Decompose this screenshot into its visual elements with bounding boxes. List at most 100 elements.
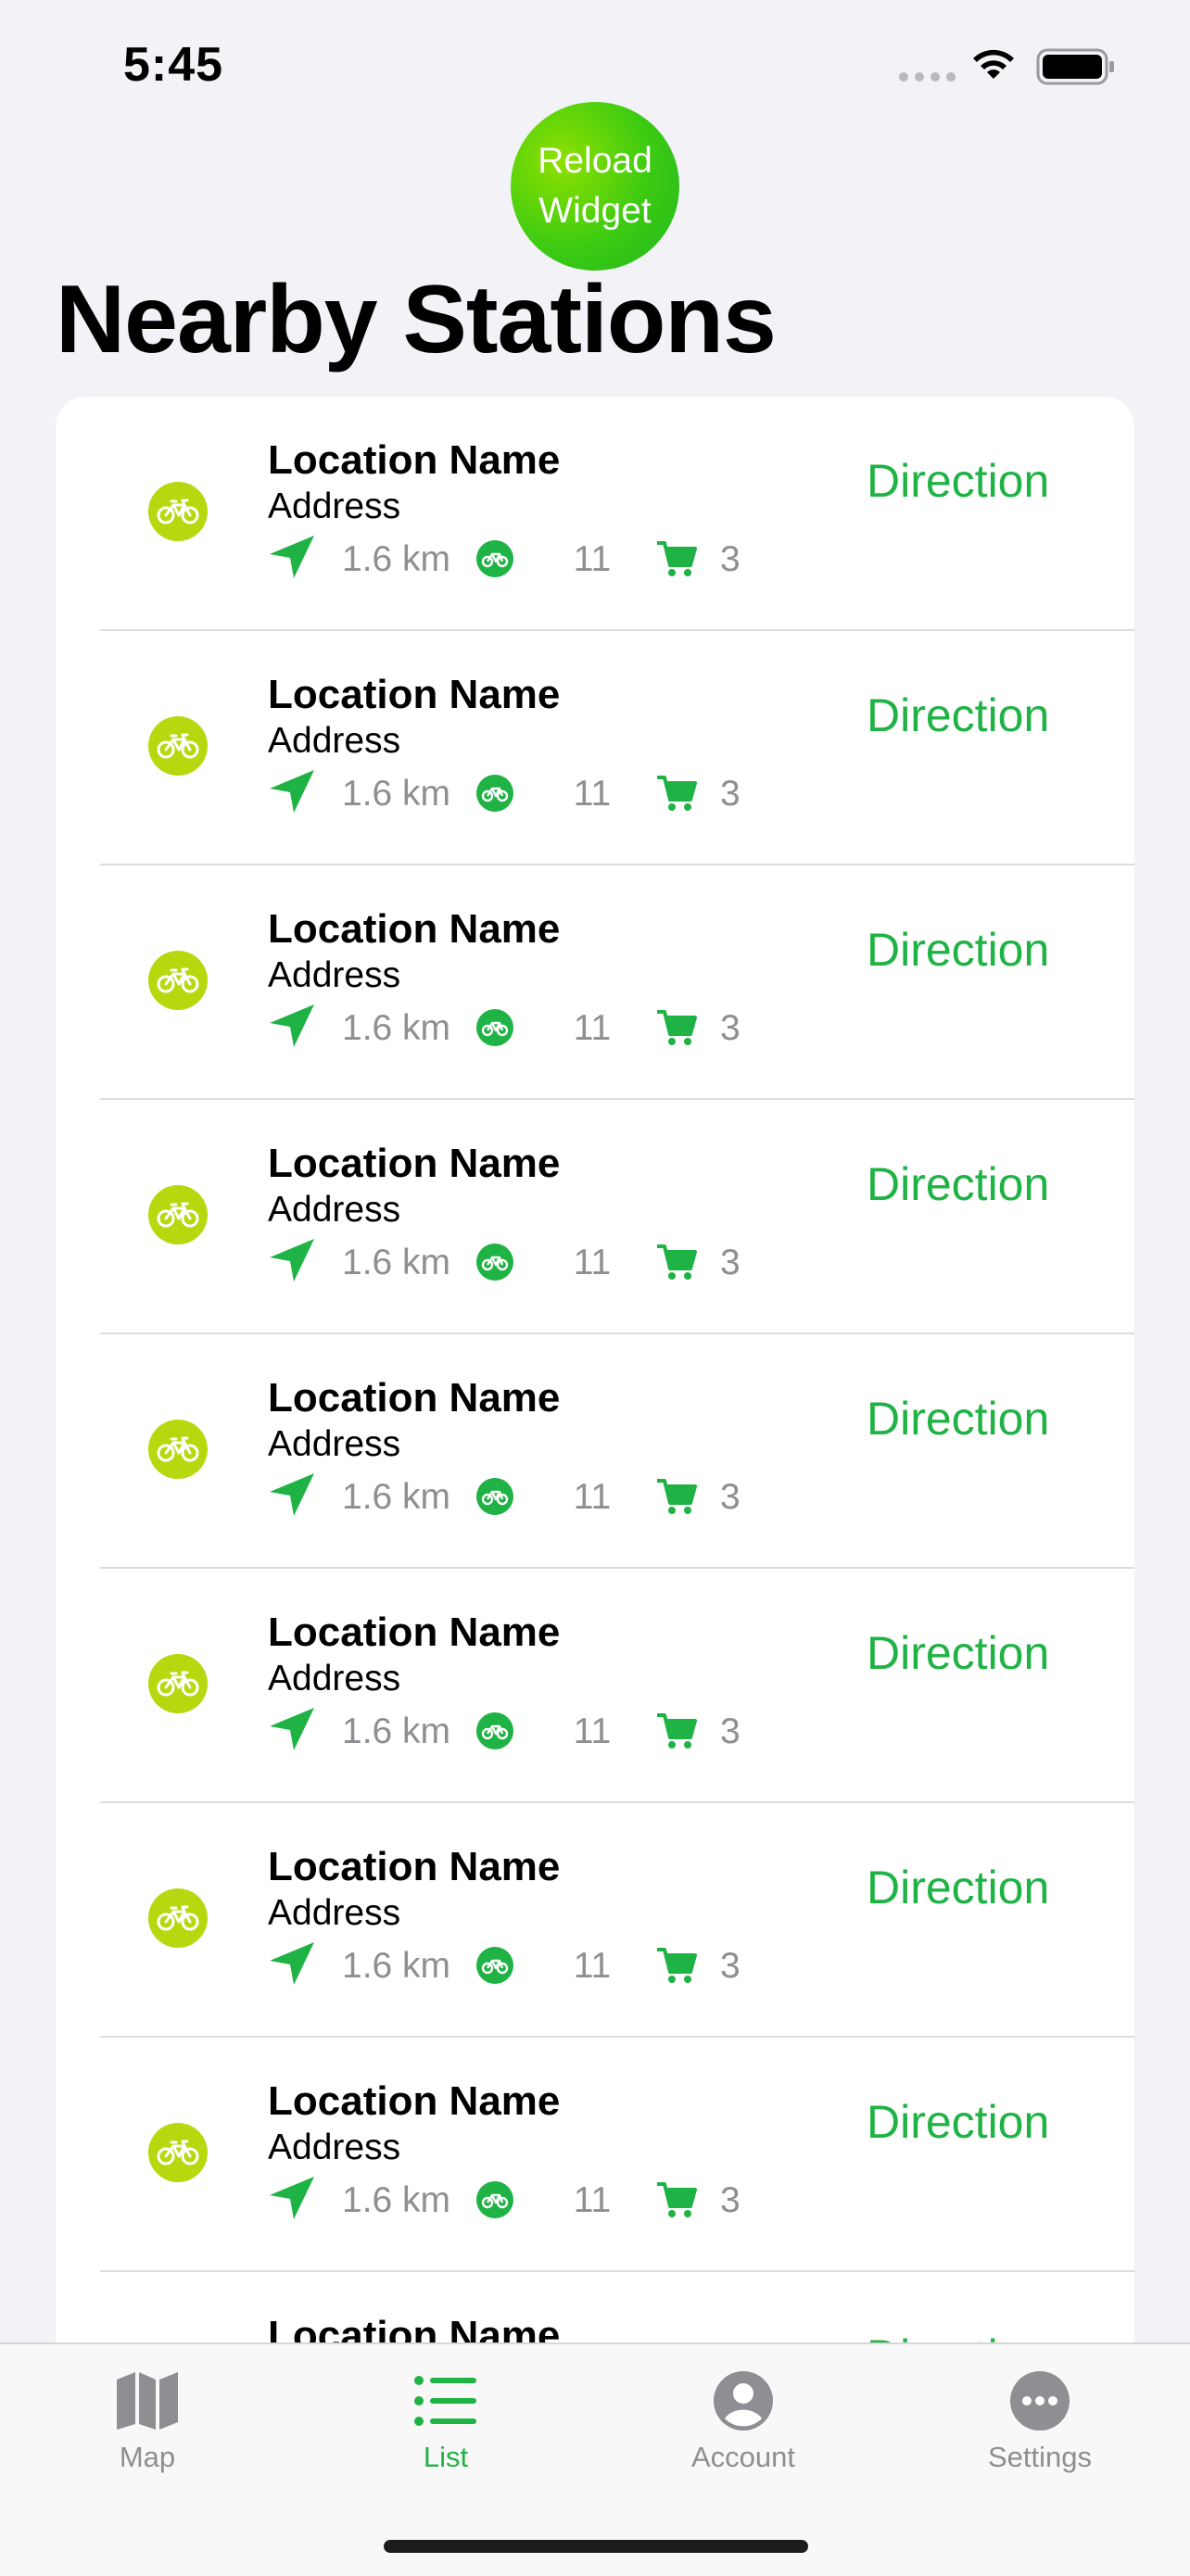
cart-icon	[657, 1244, 697, 1280]
station-name: Location Name	[268, 2078, 561, 2124]
tab-list[interactable]: List	[353, 2370, 538, 2474]
bicycle-icon	[148, 2123, 208, 2182]
cart-icon	[657, 1010, 697, 1045]
station-distance: 1.6 km	[342, 1008, 451, 1048]
location-arrow-icon	[270, 1708, 314, 1750]
station-list: Location Name Address 1.6 km 11 3 Direct…	[56, 397, 1134, 2342]
bicycle-icon	[148, 1654, 208, 1713]
station-name: Location Name	[268, 1375, 561, 1421]
station-name: Location Name	[268, 1141, 561, 1186]
bike-count-icon	[476, 1244, 513, 1281]
location-arrow-icon	[270, 536, 314, 578]
status-time: 5:45	[123, 38, 224, 92]
direction-button[interactable]: Direction	[867, 923, 1049, 977]
station-meta: 1.6 km 11 3	[268, 1471, 750, 1523]
station-meta: 1.6 km 11 3	[268, 534, 750, 586]
station-row[interactable]: Location Name Address 1.6 km 11 3 Direct…	[56, 1803, 1134, 2038]
bike-count-icon	[476, 1478, 513, 1515]
station-bike-count: 11	[573, 774, 612, 814]
wifi-icon	[973, 49, 1014, 79]
home-indicator	[384, 2540, 808, 2553]
station-bike-count: 11	[573, 1711, 612, 1751]
tab-map[interactable]: Map	[55, 2370, 240, 2474]
station-dock-count: 3	[720, 1477, 741, 1517]
station-bike-count: 11	[573, 1008, 612, 1048]
cart-icon	[657, 1948, 697, 1983]
station-row[interactable]: Location Name Address 1.6 km 11 3 Direct…	[56, 865, 1134, 1100]
station-dock-count: 3	[720, 1243, 741, 1282]
station-distance: 1.6 km	[342, 539, 451, 579]
account-icon	[714, 2371, 773, 2431]
bike-count-icon	[476, 2181, 513, 2218]
station-meta: 1.6 km 11 3	[268, 768, 750, 820]
location-arrow-icon	[270, 770, 314, 813]
page-title: Nearby Stations	[56, 266, 777, 373]
bicycle-icon	[148, 716, 208, 776]
tab-account[interactable]: Account	[651, 2370, 836, 2474]
cart-icon	[657, 2182, 697, 2217]
station-row[interactable]: Location Name Address 1.6 km 11 3 Direct…	[56, 2038, 1134, 2272]
cart-icon	[657, 541, 697, 576]
station-row[interactable]: Location Name Address 1.6 km 11 3 Direct…	[56, 1569, 1134, 1803]
direction-button[interactable]: Direction	[867, 454, 1049, 508]
station-meta: 1.6 km 11 3	[268, 2175, 750, 2227]
station-distance: 1.6 km	[342, 1946, 451, 1986]
station-distance: 1.6 km	[342, 1477, 451, 1517]
station-meta: 1.6 km 11 3	[268, 1237, 750, 1289]
direction-button[interactable]: Direction	[867, 2095, 1049, 2149]
bicycle-icon	[148, 1420, 208, 1479]
direction-button[interactable]: Direction	[867, 1626, 1049, 1680]
location-arrow-icon	[270, 1473, 314, 1516]
station-bike-count: 11	[573, 1946, 612, 1986]
settings-icon	[1010, 2371, 1070, 2431]
direction-button[interactable]: Direction	[867, 1861, 1049, 1914]
station-address: Address	[268, 486, 401, 526]
location-arrow-icon	[270, 1239, 314, 1282]
station-dock-count: 3	[720, 774, 741, 814]
station-row[interactable]: Location Name Address 1.6 km 11 3 Direct…	[56, 1334, 1134, 1569]
station-distance: 1.6 km	[342, 2180, 451, 2220]
cart-icon	[657, 776, 697, 811]
bike-count-icon	[476, 1947, 513, 1984]
list-icon	[414, 2376, 476, 2426]
station-address: Address	[268, 1893, 401, 1933]
station-address: Address	[268, 955, 401, 995]
station-name: Location Name	[268, 672, 561, 717]
station-dock-count: 3	[720, 1711, 741, 1751]
bicycle-icon	[148, 1888, 208, 1948]
bike-count-icon	[476, 1712, 513, 1749]
location-arrow-icon	[270, 2177, 314, 2219]
cart-icon	[657, 1479, 697, 1514]
station-dock-count: 3	[720, 1946, 741, 1986]
station-row[interactable]: Location Name Address 1.6 km 11 3 Direct…	[56, 631, 1134, 865]
direction-button[interactable]: Direction	[867, 688, 1049, 742]
station-row[interactable]: Location Name Address 1.6 km 11 3 Direct…	[56, 397, 1134, 631]
station-address: Address	[268, 1190, 401, 1230]
station-dock-count: 3	[720, 2180, 741, 2220]
station-name: Location Name	[268, 2313, 561, 2342]
direction-button[interactable]: Direction	[867, 1392, 1049, 1446]
station-meta: 1.6 km 11 3	[268, 1003, 750, 1054]
bicycle-icon	[148, 951, 208, 1010]
location-arrow-icon	[270, 1942, 314, 1985]
station-row[interactable]: Location Name Address 1.6 km 11 3 Direct…	[56, 1100, 1134, 1334]
station-bike-count: 11	[573, 1477, 612, 1517]
location-arrow-icon	[270, 1004, 314, 1047]
station-dock-count: 3	[720, 539, 741, 579]
reload-widget-button[interactable]: Reload Widget	[511, 102, 679, 271]
tab-settings[interactable]: Settings	[947, 2370, 1133, 2474]
station-distance: 1.6 km	[342, 1243, 451, 1282]
tab-label: Settings	[987, 2441, 1092, 2473]
station-row[interactable]: Location Name Address 1.6 km 11 3 Direct…	[56, 2272, 1134, 2342]
bike-count-icon	[476, 775, 513, 812]
station-dock-count: 3	[720, 1008, 741, 1048]
direction-button[interactable]: Direction	[867, 2330, 1049, 2342]
station-meta: 1.6 km 11 3	[268, 1706, 750, 1758]
direction-button[interactable]: Direction	[867, 1157, 1049, 1211]
station-address: Address	[268, 2128, 401, 2167]
station-meta: 1.6 km 11 3	[268, 1940, 750, 1992]
station-name: Location Name	[268, 437, 561, 483]
station-address: Address	[268, 1424, 401, 1464]
tab-label: Account	[690, 2441, 795, 2473]
station-name: Location Name	[268, 1610, 561, 1655]
